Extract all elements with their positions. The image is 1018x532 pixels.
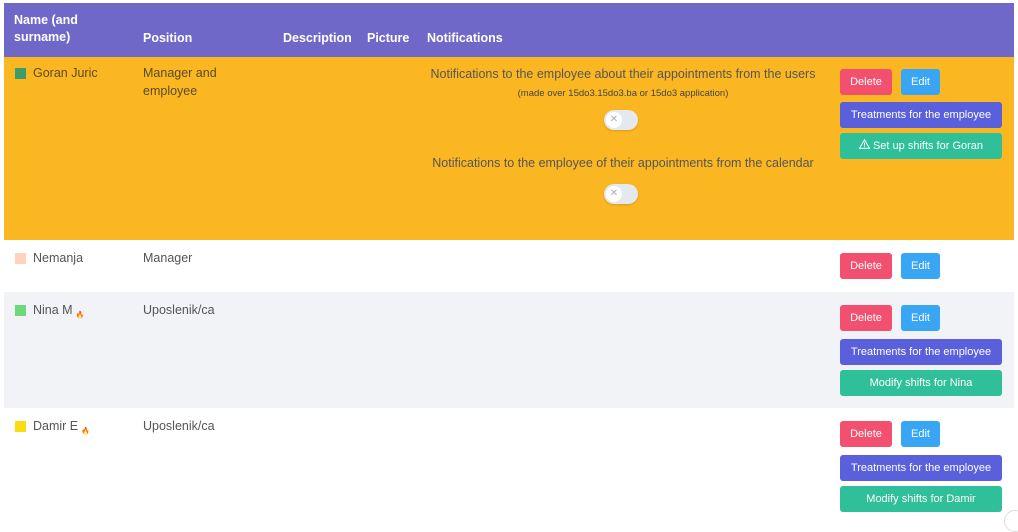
notif-users-label: Notifications to the employee about thei…	[422, 65, 824, 103]
treatments-button[interactable]: Treatments for the employee	[840, 455, 1002, 481]
notif-calendar-label: Notifications to the employee of their a…	[432, 156, 814, 170]
modify-shifts-button[interactable]: Modify shifts for Nina	[840, 370, 1002, 396]
employee-name: Goran Juric	[33, 66, 98, 80]
edit-button[interactable]: Edit	[901, 305, 940, 331]
table-row: Goran Juric Manager and employee Notific…	[4, 57, 1014, 240]
treatments-button[interactable]: Treatments for the employee	[840, 339, 1002, 365]
warning-icon	[858, 133, 871, 159]
header-description: Description	[283, 31, 352, 45]
employee-name-text: Damir E	[33, 419, 79, 433]
color-swatch	[15, 253, 26, 264]
edit-button[interactable]: Edit	[901, 69, 940, 95]
notif-users-text: Notifications to the employee about thei…	[430, 67, 816, 81]
close-icon: ✕	[606, 186, 622, 202]
color-swatch	[15, 68, 26, 79]
setup-shifts-button[interactable]: Set up shifts for Goran	[840, 133, 1002, 159]
delete-button[interactable]: Delete	[840, 305, 892, 331]
color-swatch	[15, 421, 26, 432]
delete-button[interactable]: Delete	[840, 421, 892, 447]
close-icon: ✕	[606, 112, 622, 128]
scroll-indicator	[1004, 510, 1018, 532]
setup-shifts-label: Set up shifts for Goran	[872, 140, 984, 152]
table-header: Name (and surname) Position Description …	[4, 3, 1014, 57]
employee-name: Nina M 🔥	[33, 301, 85, 320]
header-picture: Picture	[367, 31, 410, 45]
table-row: Nina M 🔥 Uposlenik/ca Delete Edit Treatme…	[4, 292, 1014, 408]
employee-position: Uposlenik/ca	[143, 303, 215, 317]
edit-button[interactable]: Edit	[901, 253, 940, 279]
header-name: Name (and surname)	[14, 13, 78, 44]
notif-calendar-toggle[interactable]: ✕	[604, 184, 638, 204]
treatments-button[interactable]: Treatments for the employee	[840, 102, 1002, 128]
fire-icon: 🔥	[81, 428, 90, 436]
delete-button[interactable]: Delete	[840, 253, 892, 279]
employee-position: Uposlenik/ca	[143, 419, 215, 433]
modify-shifts-button[interactable]: Modify shifts for Damir	[840, 486, 1002, 512]
employee-position: Manager	[143, 251, 193, 265]
header-position: Position	[143, 31, 193, 45]
employee-name: Damir E 🔥	[33, 417, 90, 436]
fire-icon: 🔥	[75, 312, 85, 320]
edit-button[interactable]: Edit	[901, 421, 940, 447]
notif-users-subtext: (made over 15do3.15do3.ba or 15do3 appli…	[517, 88, 729, 99]
employee-position: Manager and employee	[143, 66, 217, 98]
table-row: Nemanja Manager Delete Edit	[4, 240, 1014, 292]
delete-button[interactable]: Delete	[840, 69, 892, 95]
employee-name: Nemanja	[33, 251, 84, 265]
notif-users-toggle[interactable]: ✕	[604, 110, 638, 130]
table-row: Damir E 🔥 Uposlenik/ca Delete Edit Treatm…	[4, 408, 1014, 524]
header-notifications: Notifications	[427, 31, 503, 45]
employee-name-text: Nina M	[33, 303, 73, 317]
color-swatch	[15, 305, 26, 316]
